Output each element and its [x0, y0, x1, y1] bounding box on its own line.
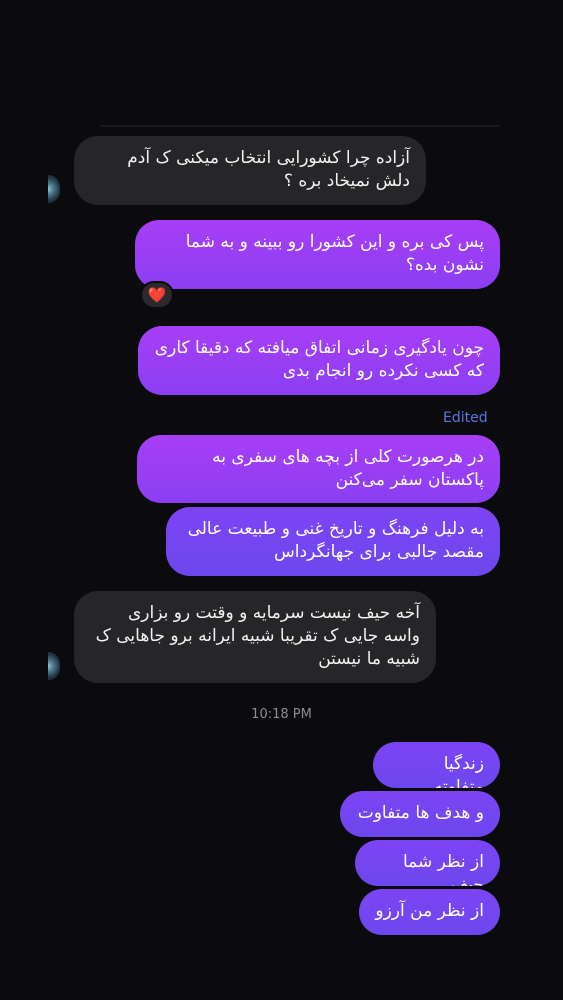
outgoing-message[interactable]: از نظر من آرزو [359, 889, 500, 935]
incoming-message[interactable]: آزاده چرا کشورایی انتخاب میکنی ک آدم دلش… [74, 136, 426, 205]
message-text: و هدف ها متفاوت [357, 803, 484, 823]
message-text: پس کی بره و این کشورا رو ببینه و به شما … [185, 232, 484, 275]
outgoing-message[interactable]: و هدف ها متفاوت [340, 791, 500, 837]
chat-thread: آزاده چرا کشورایی انتخاب میکنی ک آدم دلش… [0, 0, 563, 1000]
message-text: به دلیل فرهنگ و تاریخ غنی و طبیعت عالی م… [187, 519, 484, 562]
outgoing-message[interactable]: از نظر شما حیف [355, 840, 500, 886]
divider [100, 125, 500, 127]
outgoing-message[interactable]: چون یادگیری زمانی اتفاق میافته که دقیقا … [138, 326, 500, 395]
timestamp: 10:18 PM [251, 707, 312, 722]
edited-label: Edited [443, 410, 488, 426]
message-text: چون یادگیری زمانی اتفاق میافته که دقیقا … [154, 338, 484, 381]
message-text: زندگیا متفاوته [433, 754, 484, 788]
message-text: آخه حیف نیست سرمایه و وقتت رو بزاری واسه… [95, 603, 420, 669]
outgoing-message[interactable]: پس کی بره و این کشورا رو ببینه و به شما … [135, 220, 500, 289]
message-text: از نظر من آرزو [375, 901, 484, 921]
heart-reaction-icon[interactable]: ❤️ [140, 281, 174, 309]
outgoing-message[interactable]: به دلیل فرهنگ و تاریخ غنی و طبیعت عالی م… [166, 507, 500, 576]
outgoing-message[interactable]: در هرصورت کلی از بچه های سفری به پاکستان… [137, 435, 500, 503]
sender-avatar[interactable] [48, 175, 60, 203]
message-text: در هرصورت کلی از بچه های سفری به پاکستان… [212, 447, 484, 490]
message-text: آزاده چرا کشورایی انتخاب میکنی ک آدم دلش… [127, 148, 410, 191]
incoming-message[interactable]: آخه حیف نیست سرمایه و وقتت رو بزاری واسه… [74, 591, 436, 683]
outgoing-message[interactable]: زندگیا متفاوته [373, 742, 500, 788]
reaction-emoji: ❤️ [147, 285, 167, 304]
message-text: از نظر شما حیف [402, 852, 484, 886]
sender-avatar[interactable] [48, 652, 60, 680]
